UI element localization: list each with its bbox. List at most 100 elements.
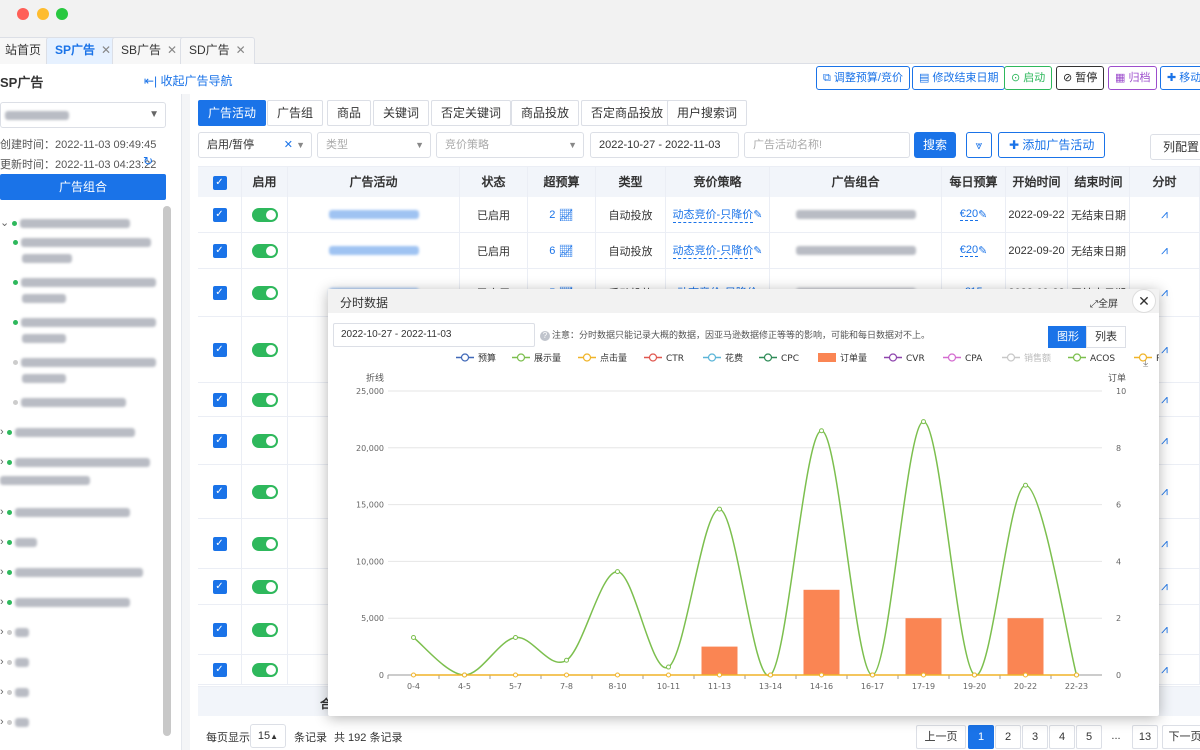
refresh-icon[interactable]: ↻ <box>143 154 153 168</box>
hourly-chart-icon[interactable]: ⩘ <box>1161 536 1168 551</box>
edit-icon[interactable]: ✎ <box>753 208 762 221</box>
tree-node[interactable] <box>10 316 156 328</box>
checkbox[interactable]: ✓ <box>212 243 227 258</box>
enable-toggle[interactable] <box>251 662 278 677</box>
trend-chart-icon[interactable]: 📈︎ <box>558 208 573 222</box>
select-all-header[interactable]: ✓ <box>198 167 242 197</box>
pause-button[interactable]: ⊘ 暂停 <box>1056 66 1105 90</box>
campaign-name-input[interactable]: 广告活动名称! <box>744 132 910 158</box>
bid-strategy-link[interactable]: 动态竞价-只降价 <box>672 206 754 223</box>
close-window-button[interactable] <box>17 8 29 20</box>
tab-sp-ads[interactable]: SP广告 ✕ <box>46 37 121 64</box>
subtab-negative-product-targeting[interactable]: 否定商品投放 <box>581 100 674 126</box>
table-row[interactable]: ✓ 已启用 2 📈︎ 自动投放 动态竞价-只降价 ✎ €20 ✎ 2022-09-2… <box>198 197 1200 233</box>
checkbox[interactable]: ✓ <box>212 484 227 499</box>
tree-node[interactable]: › <box>0 566 143 578</box>
hourly-chart-icon[interactable]: ⩘ <box>1161 207 1168 222</box>
tree-node[interactable]: › <box>0 626 29 638</box>
over-budget-link[interactable]: 2 <box>549 209 555 221</box>
status-select[interactable]: 启用/暂停 ✕ ▼ <box>198 132 312 158</box>
subtab-keywords[interactable]: 关键词 <box>373 100 430 126</box>
subtab-products[interactable]: 商品 <box>327 100 372 126</box>
close-icon[interactable]: ✕ <box>101 43 111 57</box>
tree-node[interactable]: › <box>0 596 130 608</box>
trend-chart-icon[interactable]: 📈︎ <box>558 244 573 258</box>
type-select[interactable]: 类型 ▼ <box>317 132 431 158</box>
legend-item[interactable]: CVR <box>884 353 925 364</box>
daily-budget-link[interactable]: €20 <box>959 208 979 221</box>
legend-item[interactable]: CPC <box>759 353 799 364</box>
enable-toggle[interactable] <box>251 579 278 594</box>
close-icon[interactable]: ✕ <box>236 43 246 57</box>
prev-page-button[interactable]: 上一页 <box>916 725 966 749</box>
checkbox[interactable]: ✓ <box>212 622 227 637</box>
tree-node[interactable]: › <box>0 506 130 518</box>
legend-item[interactable]: ROAS <box>1134 353 1159 364</box>
search-button[interactable]: 搜索 <box>914 132 956 158</box>
checkbox[interactable]: ✓ <box>212 433 227 448</box>
archive-button[interactable]: ▦ 归档 <box>1108 66 1158 90</box>
enable-toggle[interactable] <box>251 536 278 551</box>
add-campaign-button[interactable]: ✚ 添加广告活动 <box>998 132 1106 158</box>
edit-end-date-button[interactable]: ▤ 修改结束日期 <box>912 66 1006 90</box>
campaign-name-link[interactable] <box>328 210 419 219</box>
enable-toggle[interactable] <box>251 342 278 357</box>
checkbox[interactable]: ✓ <box>212 207 227 222</box>
column-config-button[interactable]: 列配置 ▾ <box>1150 134 1200 160</box>
subtab-negative-keywords[interactable]: 否定关键词 <box>431 100 512 126</box>
checkbox[interactable]: ✓ <box>212 175 227 190</box>
minimize-window-button[interactable] <box>37 8 49 20</box>
legend-item[interactable]: ACOS <box>1068 353 1115 364</box>
checkbox[interactable]: ✓ <box>212 342 227 357</box>
hourly-chart-icon[interactable]: ⩘ <box>1161 285 1168 300</box>
edit-icon[interactable]: ✎ <box>978 208 987 221</box>
over-budget-link[interactable]: 6 <box>549 245 555 257</box>
legend-item[interactable]: 订单量 <box>818 352 867 364</box>
legend-item[interactable]: CTR <box>644 353 684 364</box>
move-button[interactable]: ✚ 移动 <box>1160 66 1200 90</box>
legend-item[interactable]: 点击量 <box>578 352 627 364</box>
legend-item[interactable]: 销售额 <box>1002 352 1051 364</box>
hourly-chart-icon[interactable]: ⩘ <box>1161 243 1168 258</box>
page-button[interactable]: 13 <box>1132 725 1158 749</box>
legend-item[interactable]: CPA <box>943 353 983 364</box>
hourly-chart-icon[interactable]: ⩘ <box>1161 484 1168 499</box>
filter-icon[interactable]: ⩔ <box>966 132 992 158</box>
tree-node[interactable] <box>10 356 156 368</box>
legend-item[interactable]: 预算 <box>456 352 496 364</box>
tree-node[interactable]: ⌄ <box>0 216 131 229</box>
subtab-campaigns[interactable]: 广告活动 <box>198 100 267 126</box>
hourly-chart-icon[interactable]: ⩘ <box>1161 392 1168 407</box>
page-button[interactable]: 3 <box>1022 725 1048 749</box>
tree-node[interactable]: › <box>0 716 29 728</box>
legend-item[interactable]: 花费 <box>703 352 743 364</box>
page-button[interactable]: 2 <box>995 725 1021 749</box>
adjust-budget-button[interactable]: ⧉ 调整预算/竞价 <box>816 66 910 90</box>
enable-toggle[interactable] <box>251 484 278 499</box>
checkbox[interactable]: ✓ <box>212 662 227 677</box>
next-page-button[interactable]: 下一页 <box>1162 725 1200 749</box>
store-select[interactable]: ▼ <box>0 102 166 128</box>
date-range-input[interactable]: 2022-10-27 - 2022-11-03 <box>590 132 739 158</box>
subtab-product-targeting[interactable]: 商品投放 <box>511 100 580 126</box>
enable-toggle[interactable] <box>251 433 278 448</box>
enable-toggle[interactable] <box>251 622 278 637</box>
campaign-name-link[interactable] <box>328 246 419 255</box>
checkbox[interactable]: ✓ <box>212 579 227 594</box>
clear-icon[interactable]: ✕ <box>284 133 293 157</box>
hourly-chart-icon[interactable]: ⩘ <box>1161 662 1168 677</box>
tab-sd-ads[interactable]: SD广告 ✕ <box>180 37 255 64</box>
daily-budget-link[interactable]: €20 <box>959 244 979 257</box>
tree-node[interactable]: › <box>0 656 29 668</box>
enable-toggle[interactable] <box>251 392 278 407</box>
edit-icon[interactable]: ✎ <box>753 244 762 257</box>
hourly-chart-icon[interactable]: ⩘ <box>1161 342 1168 357</box>
close-icon[interactable]: ✕ <box>167 43 177 57</box>
subtab-search-terms[interactable]: 用户搜索词 <box>667 100 748 126</box>
enable-toggle[interactable] <box>251 207 278 222</box>
legend-item[interactable]: 展示量 <box>512 353 561 364</box>
hourly-chart-icon[interactable]: ⩘ <box>1161 579 1168 594</box>
fullscreen-button[interactable]: ⤢全屏 <box>1090 295 1118 310</box>
collapse-nav-link[interactable]: ⇤| 收起广告导航 <box>144 72 233 89</box>
page-button[interactable]: 4 <box>1049 725 1075 749</box>
